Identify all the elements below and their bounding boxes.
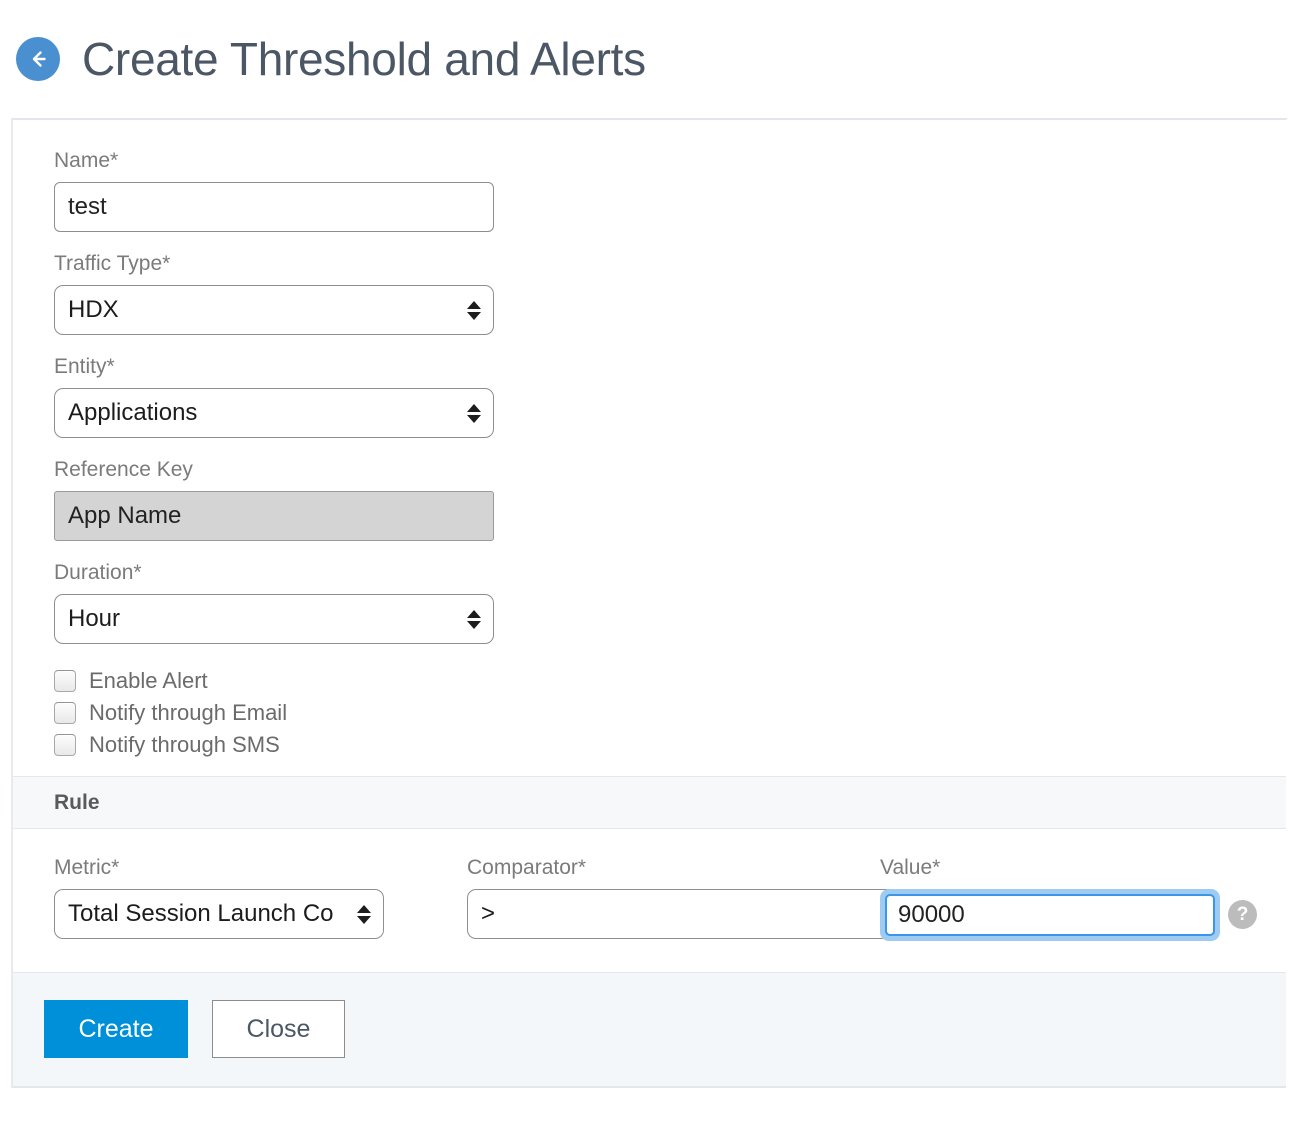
- field-value: Value* ?: [880, 857, 1257, 941]
- page-header: Create Threshold and Alerts: [0, 0, 1298, 118]
- checkbox-label: Notify through Email: [89, 700, 288, 725]
- comparator-value: >: [481, 900, 496, 927]
- name-input[interactable]: [54, 182, 494, 232]
- form-body: Name* Traffic Type* HDX Entity* Applicat…: [13, 120, 1286, 756]
- chevron-updown-icon: [357, 904, 371, 924]
- checkbox-box-icon[interactable]: [54, 670, 76, 692]
- field-name: Name*: [54, 150, 1286, 232]
- field-entity: Entity* Applications: [54, 356, 1286, 438]
- field-reference-key: Reference Key: [54, 459, 1286, 541]
- metric-select-wrap[interactable]: Total Session Launch Co: [54, 889, 384, 939]
- checkbox-box-icon[interactable]: [54, 702, 76, 724]
- comparator-select-wrap[interactable]: >: [467, 889, 907, 939]
- notification-checkbox-group: Enable Alert Notify through Email Notify…: [54, 670, 1286, 756]
- arrow-left-circle-icon[interactable]: [16, 37, 60, 81]
- value-label: Value*: [880, 856, 941, 879]
- traffic-type-value: HDX: [68, 296, 119, 323]
- checkbox-notify-email[interactable]: Notify through Email: [54, 702, 287, 724]
- rule-section-title: Rule: [54, 790, 100, 814]
- form-footer: Create Close: [13, 973, 1286, 1088]
- duration-select[interactable]: Hour: [54, 594, 494, 644]
- chevron-updown-icon: [467, 403, 481, 423]
- duration-select-wrap[interactable]: Hour: [54, 594, 494, 644]
- traffic-type-select[interactable]: HDX: [54, 285, 494, 335]
- metric-select[interactable]: Total Session Launch Co: [54, 889, 384, 939]
- checkbox-box-icon[interactable]: [54, 734, 76, 756]
- field-comparator: Comparator* >: [467, 856, 907, 939]
- entity-label: Entity*: [54, 355, 115, 378]
- entity-select-wrap[interactable]: Applications: [54, 388, 494, 438]
- checkbox-label: Enable Alert: [89, 668, 208, 693]
- close-button[interactable]: Close: [212, 1000, 345, 1058]
- checkbox-enable-alert[interactable]: Enable Alert: [54, 670, 208, 692]
- field-duration: Duration* Hour: [54, 562, 1286, 644]
- chevron-updown-icon: [467, 300, 481, 320]
- field-traffic-type: Traffic Type* HDX: [54, 253, 1286, 335]
- comparator-label: Comparator*: [467, 856, 587, 879]
- entity-select[interactable]: Applications: [54, 388, 494, 438]
- traffic-type-label: Traffic Type*: [54, 252, 171, 275]
- reference-key-label: Reference Key: [54, 458, 193, 481]
- reference-key-input: [54, 491, 494, 541]
- duration-value: Hour: [68, 605, 121, 632]
- name-label: Name*: [54, 149, 119, 172]
- rule-row: Metric* Total Session Launch Co Comparat…: [13, 829, 1286, 973]
- metric-label: Metric*: [54, 856, 120, 879]
- value-input-focus-ring: [880, 889, 1220, 941]
- page-title: Create Threshold and Alerts: [82, 33, 646, 85]
- threshold-form-panel: Name* Traffic Type* HDX Entity* Applicat…: [11, 118, 1288, 1088]
- checkbox-notify-sms[interactable]: Notify through SMS: [54, 734, 280, 756]
- question-mark-circle-icon[interactable]: ?: [1228, 900, 1257, 929]
- traffic-type-select-wrap[interactable]: HDX: [54, 285, 494, 335]
- entity-value: Applications: [68, 399, 198, 426]
- comparator-select[interactable]: >: [467, 889, 907, 939]
- field-metric: Metric* Total Session Launch Co: [54, 857, 467, 939]
- create-button[interactable]: Create: [44, 1000, 188, 1058]
- value-input[interactable]: [885, 894, 1215, 936]
- chevron-updown-icon: [467, 609, 481, 629]
- metric-value: Total Session Launch Co: [68, 900, 334, 927]
- duration-label: Duration*: [54, 561, 142, 584]
- rule-section-header: Rule: [13, 776, 1286, 829]
- checkbox-label: Notify through SMS: [89, 732, 280, 757]
